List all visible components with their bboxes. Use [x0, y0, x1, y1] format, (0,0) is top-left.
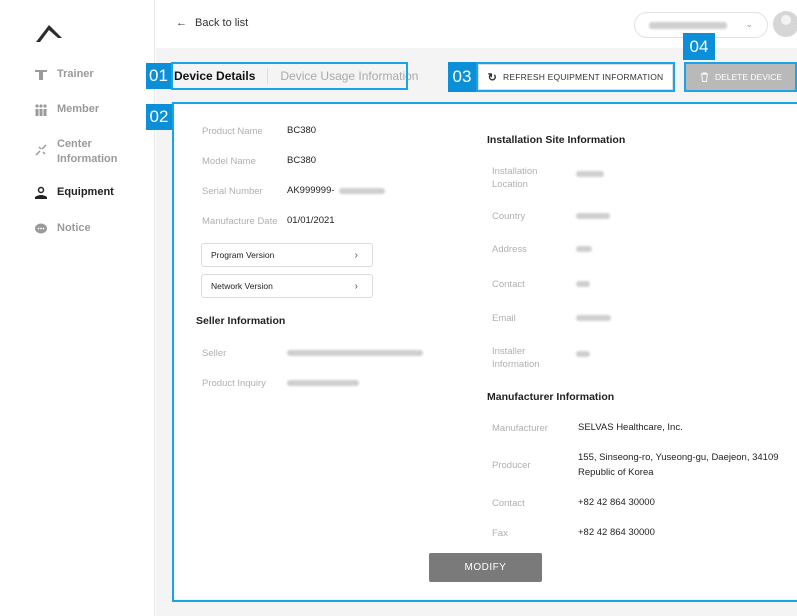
annotation-marker-03: 03 — [448, 62, 476, 92]
sidebar-label-line1: Center — [57, 138, 92, 150]
annotation-box-details — [172, 102, 797, 602]
back-label: Back to list — [195, 17, 249, 29]
annotation-marker-01: 01 — [146, 63, 171, 89]
sidebar-item-equipment[interactable]: Equipment — [34, 186, 114, 200]
sidebar-item-label: Member — [57, 103, 100, 115]
annotation-box-refresh — [476, 62, 675, 92]
annotation-box-tabs — [171, 62, 408, 90]
app-logo[interactable] — [34, 22, 64, 49]
annotation-box-delete — [684, 62, 797, 92]
sidebar-item-label: Notice — [57, 222, 91, 234]
arrow-left-icon: ← — [176, 17, 187, 29]
annotation-marker-02: 02 — [146, 104, 172, 130]
sidebar-item-label: Equipment — [57, 186, 114, 198]
equipment-icon — [35, 186, 47, 199]
sidebar: Trainer Member Center Information Equipm… — [0, 0, 155, 616]
sidebar-item-notice[interactable]: Notice — [34, 222, 91, 236]
sidebar-item-label: Center Information — [57, 137, 118, 167]
sidebar-item-label: Trainer — [57, 68, 94, 80]
sidebar-item-member[interactable]: Member — [34, 103, 99, 117]
sidebar-label-line2: Information — [57, 153, 118, 165]
annotation-marker-04: 04 — [683, 33, 715, 60]
trainer-icon — [35, 70, 47, 80]
center-icon — [35, 144, 47, 156]
sidebar-item-center-information[interactable]: Center Information — [34, 137, 118, 167]
user-name-redacted — [649, 22, 727, 29]
back-to-list-link[interactable]: ← Back to list — [176, 17, 248, 29]
sidebar-item-trainer[interactable]: Trainer — [34, 68, 94, 82]
notice-icon — [35, 223, 47, 234]
member-icon — [35, 104, 47, 116]
avatar[interactable] — [773, 11, 797, 37]
chevron-down-icon: ⌄ — [745, 19, 753, 29]
